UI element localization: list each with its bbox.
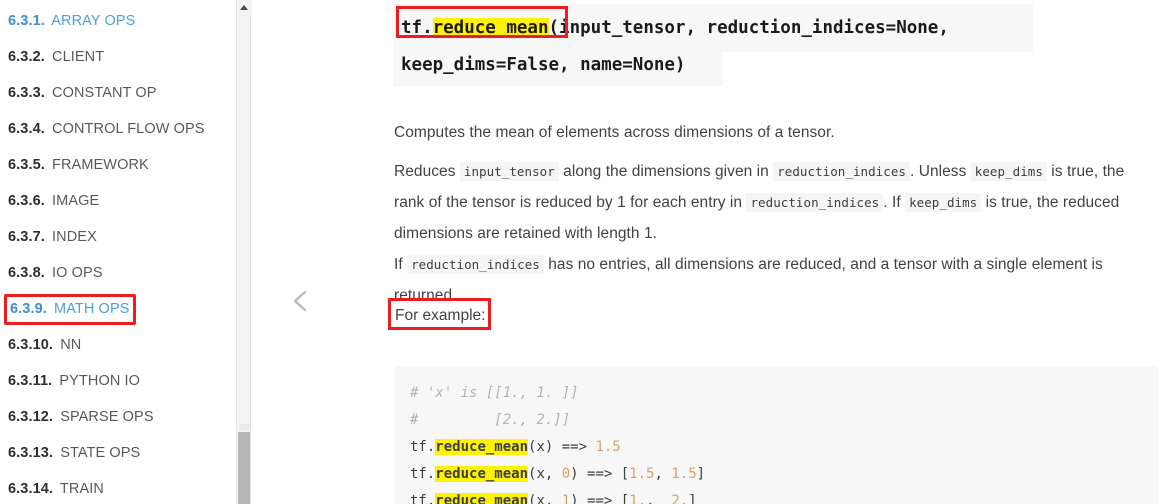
sidebar-collapse-button[interactable] xyxy=(289,288,313,314)
signature-prefix: tf. xyxy=(401,18,433,38)
sidebar-item-label: TRAIN xyxy=(59,481,104,497)
sidebar-item-label: PYTHON IO xyxy=(59,373,141,389)
code-line-5-highlight: reduce_mean xyxy=(435,493,529,504)
sidebar-item-label: IO OPS xyxy=(52,265,103,281)
code-line-5-close: ] xyxy=(688,493,697,504)
code-line-3-mid: (x) ==> xyxy=(528,439,596,455)
sidebar-item-number: 6.3.1. xyxy=(8,13,45,29)
sidebar-item-label: CONSTANT OP xyxy=(52,85,157,101)
sidebar-item-number: 6.3.10. xyxy=(8,337,54,353)
example-code-block: # 'x' is [[1., 1. ]] # [2., 2.]] tf.redu… xyxy=(395,366,1158,504)
p2-text-1: Reduces xyxy=(394,162,456,180)
code-line-5-prefix: tf. xyxy=(410,493,436,504)
code-line-4-close: ] xyxy=(696,466,706,482)
sidebar-nav: 6.3.1. ARRAY OPS 6.3.2. CLIENT 6.3.3. CONS… xyxy=(0,0,239,504)
function-signature-line2: keep_dims=False, name=None) xyxy=(393,46,723,86)
sidebar-item-number: 6.3.14. xyxy=(8,481,54,497)
sidebar-item-number: 6.3.3. xyxy=(8,85,45,101)
sidebar-item-label: NN xyxy=(60,337,82,353)
function-signature-line1: tf.reduce_mean(input_tensor, reduction_i… xyxy=(393,4,1033,52)
p2-text-5: . If xyxy=(883,193,901,211)
code-line-5-sep: , xyxy=(646,493,672,504)
p2-text-2: along the dimensions given in xyxy=(563,162,769,180)
main-content: tf.reduce_mean(input_tensor, reduction_i… xyxy=(380,0,1165,504)
code-line-3-highlight: reduce_mean xyxy=(435,439,529,455)
inline-code-reduction-indices-2: reduction_indices xyxy=(746,192,884,212)
sidebar-item-label: FRAMEWORK xyxy=(52,157,149,173)
sidebar-item-number: 6.3.13. xyxy=(8,445,54,461)
sidebar-item-list: 6.3.1. ARRAY OPS 6.3.2. CLIENT 6.3.3. CONS… xyxy=(0,3,239,504)
sidebar-item-label: INDEX xyxy=(52,229,97,245)
code-line-4-prefix: tf. xyxy=(410,466,436,482)
code-comment-line-2: # [2., 2.]] xyxy=(410,412,571,428)
sidebar-item-number: 6.3.8. xyxy=(8,265,45,281)
sidebar-item-image[interactable]: 6.3.6. IMAGE xyxy=(0,183,239,219)
inline-code-input-tensor: input_tensor xyxy=(459,161,559,181)
code-line-4-result-2: 1.5 xyxy=(671,466,697,482)
p2-text-3: . Unless xyxy=(910,162,967,180)
sidebar-item-number: 6.3.11. xyxy=(8,373,53,389)
inline-code-keep-dims-1: keep_dims xyxy=(970,161,1047,181)
sidebar-item-client[interactable]: 6.3.2. CLIENT xyxy=(0,39,239,75)
sidebar-item-label: CONTROL FLOW OPS xyxy=(52,121,205,137)
sidebar-item-label: STATE OPS xyxy=(60,445,141,461)
code-line-5-result-2: 2. xyxy=(671,493,689,504)
sidebar-item-number: 6.3.4. xyxy=(8,121,45,137)
sidebar-item-control-flow-ops[interactable]: 6.3.4. CONTROL FLOW OPS xyxy=(0,111,239,147)
code-line-4-mid2: ) ==> [ xyxy=(570,466,630,482)
code-line-5-arg: 1 xyxy=(561,493,571,504)
description-paragraph-1: Computes the mean of elements across dim… xyxy=(394,123,835,141)
sidebar-item-sparse-ops[interactable]: 6.3.12. SPARSE OPS xyxy=(0,399,239,435)
code-line-3-result: 1.5 xyxy=(595,439,621,455)
code-line-5-result-1: 1. xyxy=(629,493,647,504)
sidebar-item-number: 6.3.12. xyxy=(8,409,54,425)
for-example-label: For example: xyxy=(395,307,486,324)
code-comment-line-1: # 'x' is [[1., 1. ]] xyxy=(410,385,579,401)
code-line-4-arg: 0 xyxy=(561,466,571,482)
sidebar-item-label: SPARSE OPS xyxy=(60,409,154,425)
sidebar-item-number: 6.3.7. xyxy=(8,229,45,245)
description-paragraph-2: Reduces input_tensor along the dimension… xyxy=(394,156,1149,249)
signature-highlighted-name: reduce_mean xyxy=(432,18,549,38)
sidebar-item-state-ops[interactable]: 6.3.13. STATE OPS xyxy=(0,435,239,471)
scrollbar-thumb[interactable] xyxy=(238,432,250,504)
sidebar-item-python-io[interactable]: 6.3.11. PYTHON IO xyxy=(0,363,239,399)
sidebar-item-label: IMAGE xyxy=(52,193,100,209)
sidebar-item-constant-op[interactable]: 6.3.3. CONSTANT OP xyxy=(0,75,239,111)
sidebar-item-io-ops[interactable]: 6.3.8. IO OPS xyxy=(0,255,239,291)
code-line-3-prefix: tf. xyxy=(410,439,436,455)
sidebar-item-index[interactable]: 6.3.7. INDEX xyxy=(0,219,239,255)
description-paragraph-3: If reduction_indices has no entries, all… xyxy=(394,249,1154,311)
sidebar-item-number: 6.3.6. xyxy=(8,193,45,209)
page-root: 6.3.1. ARRAY OPS 6.3.2. CLIENT 6.3.3. CONS… xyxy=(0,0,1165,504)
inline-code-reduction-indices-1: reduction_indices xyxy=(773,161,910,181)
code-line-5-mid: (x, xyxy=(528,493,562,504)
sidebar-item-label: CLIENT xyxy=(52,49,105,65)
sidebar-item-label: ARRAY OPS xyxy=(51,13,136,29)
sidebar-item-array-ops[interactable]: 6.3.1. ARRAY OPS xyxy=(0,3,239,39)
sidebar-item-number: 6.3.2. xyxy=(8,49,45,65)
sidebar-item-nn[interactable]: 6.3.10. NN xyxy=(0,327,239,363)
sidebar-scrollbar[interactable] xyxy=(236,0,252,504)
sidebar-item-framework[interactable]: 6.3.5. FRAMEWORK xyxy=(0,147,239,183)
inline-code-reduction-indices-3: reduction_indices xyxy=(407,254,544,274)
p3-text-1: If xyxy=(394,255,403,273)
scrollbar-up-arrow-button[interactable] xyxy=(237,0,252,15)
code-line-4-sep: , xyxy=(654,466,672,482)
scrollbar-track-mark xyxy=(239,424,250,430)
code-line-5-mid2: ) ==> [ xyxy=(570,493,630,504)
signature-params: (input_tensor, reduction_indices=None, xyxy=(548,18,949,38)
code-line-4-highlight: reduce_mean xyxy=(435,466,529,482)
code-line-4-result-1: 1.5 xyxy=(629,466,655,482)
sidebar-item-train[interactable]: 6.3.14. TRAIN xyxy=(0,471,239,504)
triangle-up-icon xyxy=(240,5,248,10)
sidebar-item-number: 6.3.9. xyxy=(10,301,47,317)
sidebar-item-number: 6.3.5. xyxy=(8,157,45,173)
inline-code-keep-dims-2: keep_dims xyxy=(905,192,982,212)
sidebar-item-math-ops[interactable]: 6.3.9. MATH OPS xyxy=(2,291,239,327)
chevron-left-icon xyxy=(293,290,307,312)
sidebar-edge-divider xyxy=(252,0,253,504)
sidebar-item-label: MATH OPS xyxy=(54,301,130,317)
code-line-4-mid: (x, xyxy=(528,466,562,482)
